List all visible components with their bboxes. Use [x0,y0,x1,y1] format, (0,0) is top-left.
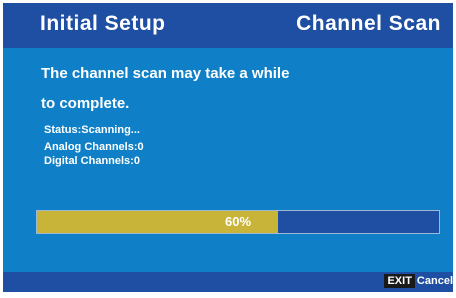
digital-channel-count: Digital Channels:0 [44,155,140,167]
cancel-label: Cancel [416,275,453,287]
scan-message: The channel scan may take a while to com… [41,59,401,119]
header-bar: Initial Setup Channel Scan [3,3,453,48]
channel-scan-screen: Initial Setup Channel Scan The channel s… [3,3,453,292]
screen-name: Channel Scan [296,12,441,35]
message-line-2: to complete. [41,95,130,112]
scan-progress-bar: 60% [36,210,440,234]
page-title: Initial Setup [40,12,166,35]
message-line-1: The channel scan may take a while [41,65,290,82]
footer-bar: EXIT Cancel [3,272,453,292]
exit-key-label: EXIT [384,274,415,288]
analog-channel-count: Analog Channels:0 [44,141,144,153]
progress-percent: 60% [224,214,252,229]
scan-status-block: Status:Scanning... Analog Channels:0 Dig… [44,123,144,168]
scan-status: Status:Scanning... [44,124,140,136]
exit-cancel-hint[interactable]: EXIT Cancel [384,274,453,288]
